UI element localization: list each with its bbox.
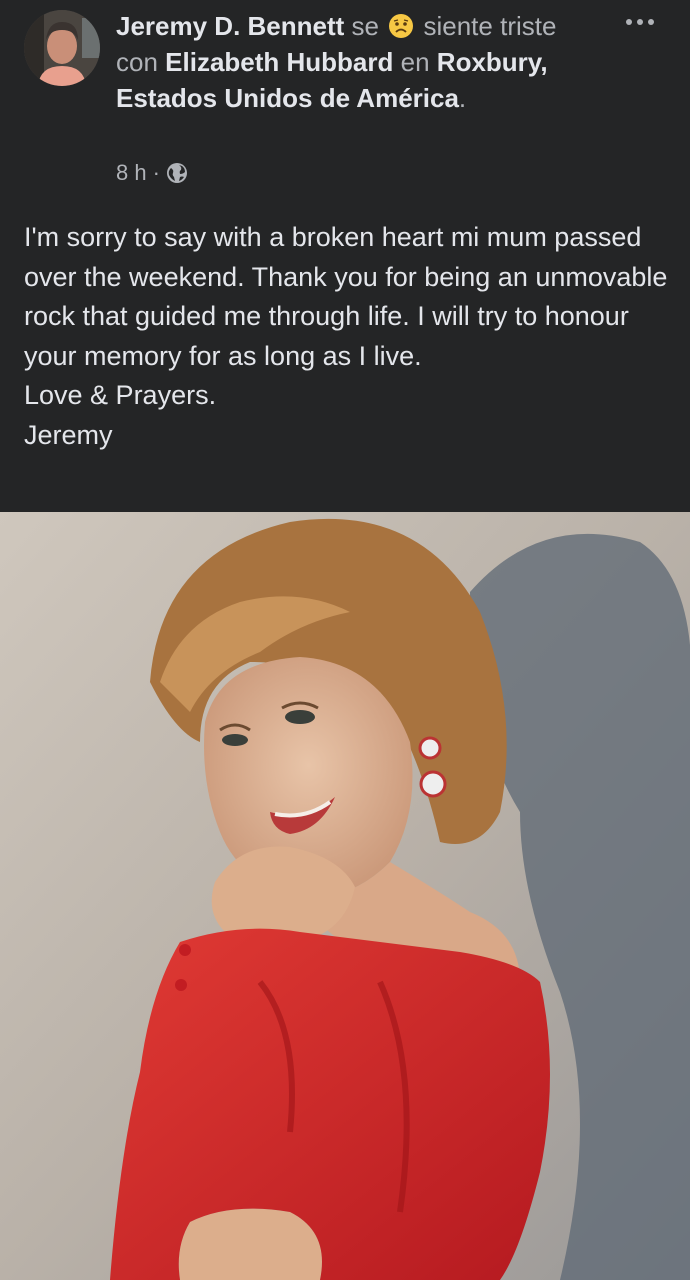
more-dot bbox=[648, 19, 654, 25]
post-header-text: Jeremy D. Bennett se siente triste con E… bbox=[116, 8, 576, 116]
post-paragraph: Love & Prayers. bbox=[24, 380, 217, 410]
more-dot bbox=[637, 19, 643, 25]
post-body: I'm sorry to say with a broken heart mi … bbox=[24, 218, 674, 455]
post-photo[interactable] bbox=[0, 512, 690, 1280]
post-paragraph: Jeremy bbox=[24, 419, 113, 450]
more-options-icon[interactable] bbox=[620, 10, 660, 34]
globe-icon[interactable] bbox=[166, 162, 188, 184]
post-header: Jeremy D. Bennett se siente triste con E… bbox=[0, 0, 690, 200]
post-meta: 8 h · bbox=[116, 160, 188, 186]
post-timestamp[interactable]: 8 h bbox=[116, 160, 147, 186]
sad-face-emoji-icon bbox=[389, 14, 414, 38]
more-dot bbox=[626, 19, 632, 25]
avatar-image bbox=[24, 10, 100, 86]
feeling-prefix: se bbox=[351, 11, 380, 41]
meta-separator: · bbox=[152, 160, 160, 185]
feeling-text: siente bbox=[423, 11, 493, 41]
author-avatar[interactable] bbox=[24, 10, 100, 86]
photo-image bbox=[0, 512, 690, 1280]
author-name[interactable]: Jeremy D. Bennett bbox=[116, 11, 344, 41]
location-prefix: en bbox=[400, 47, 430, 77]
location-suffix: . bbox=[458, 83, 467, 113]
post-paragraph: I'm sorry to say with a broken heart mi … bbox=[24, 222, 668, 371]
tagged-person[interactable]: Elizabeth Hubbard bbox=[165, 47, 393, 77]
